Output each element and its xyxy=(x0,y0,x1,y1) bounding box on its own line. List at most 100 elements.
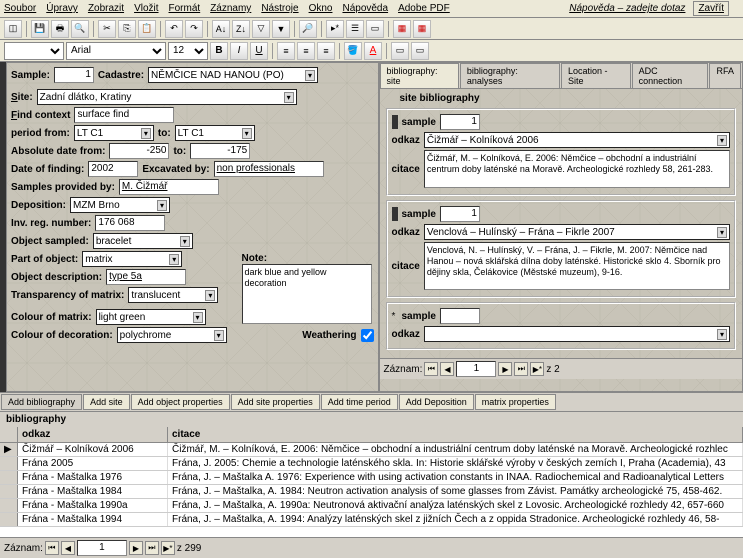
table-row[interactable]: Frána - Maštalka 1976Frána, J. – Maštalk… xyxy=(0,471,743,485)
save-icon[interactable]: 💾 xyxy=(31,20,49,38)
close-button[interactable]: Zavřít xyxy=(693,1,729,16)
weathering-checkbox[interactable] xyxy=(361,329,374,342)
filter-icon[interactable]: ▽ xyxy=(252,20,270,38)
btab-addbib[interactable]: Add bibliography xyxy=(1,394,82,410)
btab-addsite[interactable]: Add site xyxy=(83,394,130,410)
sort-asc-icon[interactable]: A↓ xyxy=(212,20,230,38)
period-to-select[interactable]: LT C1 xyxy=(175,125,255,141)
cadastre-select[interactable]: NĚMČICE NAD HANOU (PO) xyxy=(148,67,318,83)
size-select[interactable]: 12 xyxy=(168,42,208,60)
print-icon[interactable]: 🖶 xyxy=(51,20,69,38)
tab-rfa[interactable]: RFA xyxy=(709,63,741,88)
sample-input[interactable]: 1 xyxy=(54,67,94,83)
bib1-odkaz[interactable]: Čižmář – Kolníková 2006 xyxy=(424,132,730,148)
paste-icon[interactable]: 📋 xyxy=(138,20,156,38)
font-color-icon[interactable]: A xyxy=(364,42,382,60)
partobj-select[interactable]: matrix xyxy=(82,251,182,267)
table-row[interactable]: ▶Čižmář – Kolníková 2006Čižmář, M. – Kol… xyxy=(0,443,743,457)
status-current[interactable]: 1 xyxy=(77,540,127,556)
bib2-sample[interactable]: 1 xyxy=(440,206,480,222)
excav-input[interactable]: non professionals xyxy=(214,161,324,177)
objdesc-input[interactable]: type 5a xyxy=(106,269,186,285)
bib2-odkaz[interactable]: Venclová – Hulínský – Frána – Fikrle 200… xyxy=(424,224,730,240)
find-icon[interactable]: 🔎 xyxy=(299,20,317,38)
menu-zaznamy[interactable]: Záznamy xyxy=(210,3,251,14)
menu-adobe[interactable]: Adobe PDF xyxy=(398,3,450,14)
tab-location[interactable]: Location - Site xyxy=(561,63,631,88)
copy-icon[interactable]: ⎘ xyxy=(118,20,136,38)
db-icon[interactable]: ▭ xyxy=(366,20,384,38)
bold-icon[interactable]: B xyxy=(210,42,228,60)
nav-first-icon[interactable]: ⏮ xyxy=(424,362,438,376)
fill-icon[interactable]: 🪣 xyxy=(344,42,362,60)
table-row[interactable]: Frána 2005Frána, J. 2005: Chemie a techn… xyxy=(0,457,743,471)
menu-vlozit[interactable]: Vložit xyxy=(134,3,158,14)
btab-addobjprop[interactable]: Add object properties xyxy=(131,394,230,410)
nav-last-icon[interactable]: ⏭ xyxy=(514,362,528,376)
menu-napoveda[interactable]: Nápověda xyxy=(342,3,388,14)
bib-nav-current[interactable]: 1 xyxy=(456,361,496,377)
preview-icon[interactable]: 🔍 xyxy=(71,20,89,38)
tab-adc[interactable]: ADC connection xyxy=(632,63,709,88)
props-icon[interactable]: ☰ xyxy=(346,20,364,38)
menu-soubor[interactable]: Soubor xyxy=(4,3,36,14)
nav-prev-icon[interactable]: ◀ xyxy=(440,362,454,376)
cut-icon[interactable]: ✂ xyxy=(98,20,116,38)
menu-upravy[interactable]: Úpravy xyxy=(46,3,78,14)
menu-zobrazit[interactable]: Zobrazit xyxy=(88,3,124,14)
datefind-input[interactable]: 2002 xyxy=(88,161,138,177)
bib1-sample[interactable]: 1 xyxy=(440,114,480,130)
bib3-sample[interactable] xyxy=(440,308,480,324)
nav-new-icon[interactable]: ▶* xyxy=(530,362,544,376)
table-row[interactable]: Frána - Maštalka 1990aFrána, J. – Maštal… xyxy=(0,499,743,513)
redo-icon[interactable]: ↷ xyxy=(185,20,203,38)
transp-select[interactable]: translucent xyxy=(128,287,218,303)
align-left-icon[interactable]: ≡ xyxy=(277,42,295,60)
new-icon[interactable]: ▸* xyxy=(326,20,344,38)
tab-bib-site[interactable]: bibliography: site xyxy=(380,63,459,88)
deposition-select[interactable]: MZM Brno xyxy=(70,197,170,213)
bib1-citace[interactable]: Čižmář, M. – Kolníková, E. 2006: Němčice… xyxy=(424,150,730,188)
btab-adddepo[interactable]: Add Deposition xyxy=(399,394,474,410)
border-icon[interactable]: ▭ xyxy=(391,42,409,60)
bib3-odkaz[interactable] xyxy=(424,326,730,342)
btab-addtime[interactable]: Add time period xyxy=(321,394,398,410)
absdate-from-input[interactable]: -250 xyxy=(109,143,169,159)
pdf2-icon[interactable]: ▦ xyxy=(413,20,431,38)
underline-icon[interactable]: U xyxy=(250,42,268,60)
italic-icon[interactable]: I xyxy=(230,42,248,60)
style-select[interactable] xyxy=(4,42,64,60)
menu-nastroje[interactable]: Nástroje xyxy=(261,3,298,14)
status-prev-icon[interactable]: ◀ xyxy=(61,541,75,555)
help-prompt[interactable]: Nápověda – zadejte dotaz xyxy=(569,3,685,14)
colmat-select[interactable]: light green xyxy=(96,309,206,325)
tab-bib-analyses[interactable]: bibliography: analyses xyxy=(460,63,560,88)
status-next-icon[interactable]: ▶ xyxy=(129,541,143,555)
samples-input[interactable]: M. Čižmář xyxy=(119,179,219,195)
coldec-select[interactable]: polychrome xyxy=(117,327,227,343)
btab-matrixprop[interactable]: matrix properties xyxy=(475,394,556,410)
font-select[interactable]: Arial xyxy=(66,42,166,60)
status-last-icon[interactable]: ⏭ xyxy=(145,541,159,555)
grid-header-citace[interactable]: citace xyxy=(168,427,743,442)
view-icon[interactable]: ◫ xyxy=(4,20,22,38)
absdate-to-input[interactable]: -175 xyxy=(190,143,250,159)
status-first-icon[interactable]: ⏮ xyxy=(45,541,59,555)
site-select[interactable]: Zadní dlátko, Kratiny xyxy=(37,89,297,105)
bib2-citace[interactable]: Venclová, N. – Hulínský, V. – Frána, J. … xyxy=(424,242,730,290)
align-center-icon[interactable]: ≡ xyxy=(297,42,315,60)
status-new-icon[interactable]: ▶* xyxy=(161,541,175,555)
findcontext-input[interactable]: surface find xyxy=(74,107,174,123)
pdf-icon[interactable]: ▦ xyxy=(393,20,411,38)
table-row[interactable]: Frána - Maštalka 1994Frána, J. – Maštalk… xyxy=(0,513,743,527)
filter2-icon[interactable]: ▼ xyxy=(272,20,290,38)
objsampled-select[interactable]: bracelet xyxy=(93,233,193,249)
nav-next-icon[interactable]: ▶ xyxy=(498,362,512,376)
undo-icon[interactable]: ↶ xyxy=(165,20,183,38)
menu-okno[interactable]: Okno xyxy=(309,3,333,14)
sort-desc-icon[interactable]: Z↓ xyxy=(232,20,250,38)
grid-header-odkaz[interactable]: odkaz xyxy=(18,427,168,442)
invreg-input[interactable]: 176 068 xyxy=(95,215,165,231)
note-textarea[interactable]: dark blue and yellow decoration xyxy=(242,264,372,324)
table-row[interactable]: Frána - Maštalka 1984Frána, J. – Maštalk… xyxy=(0,485,743,499)
